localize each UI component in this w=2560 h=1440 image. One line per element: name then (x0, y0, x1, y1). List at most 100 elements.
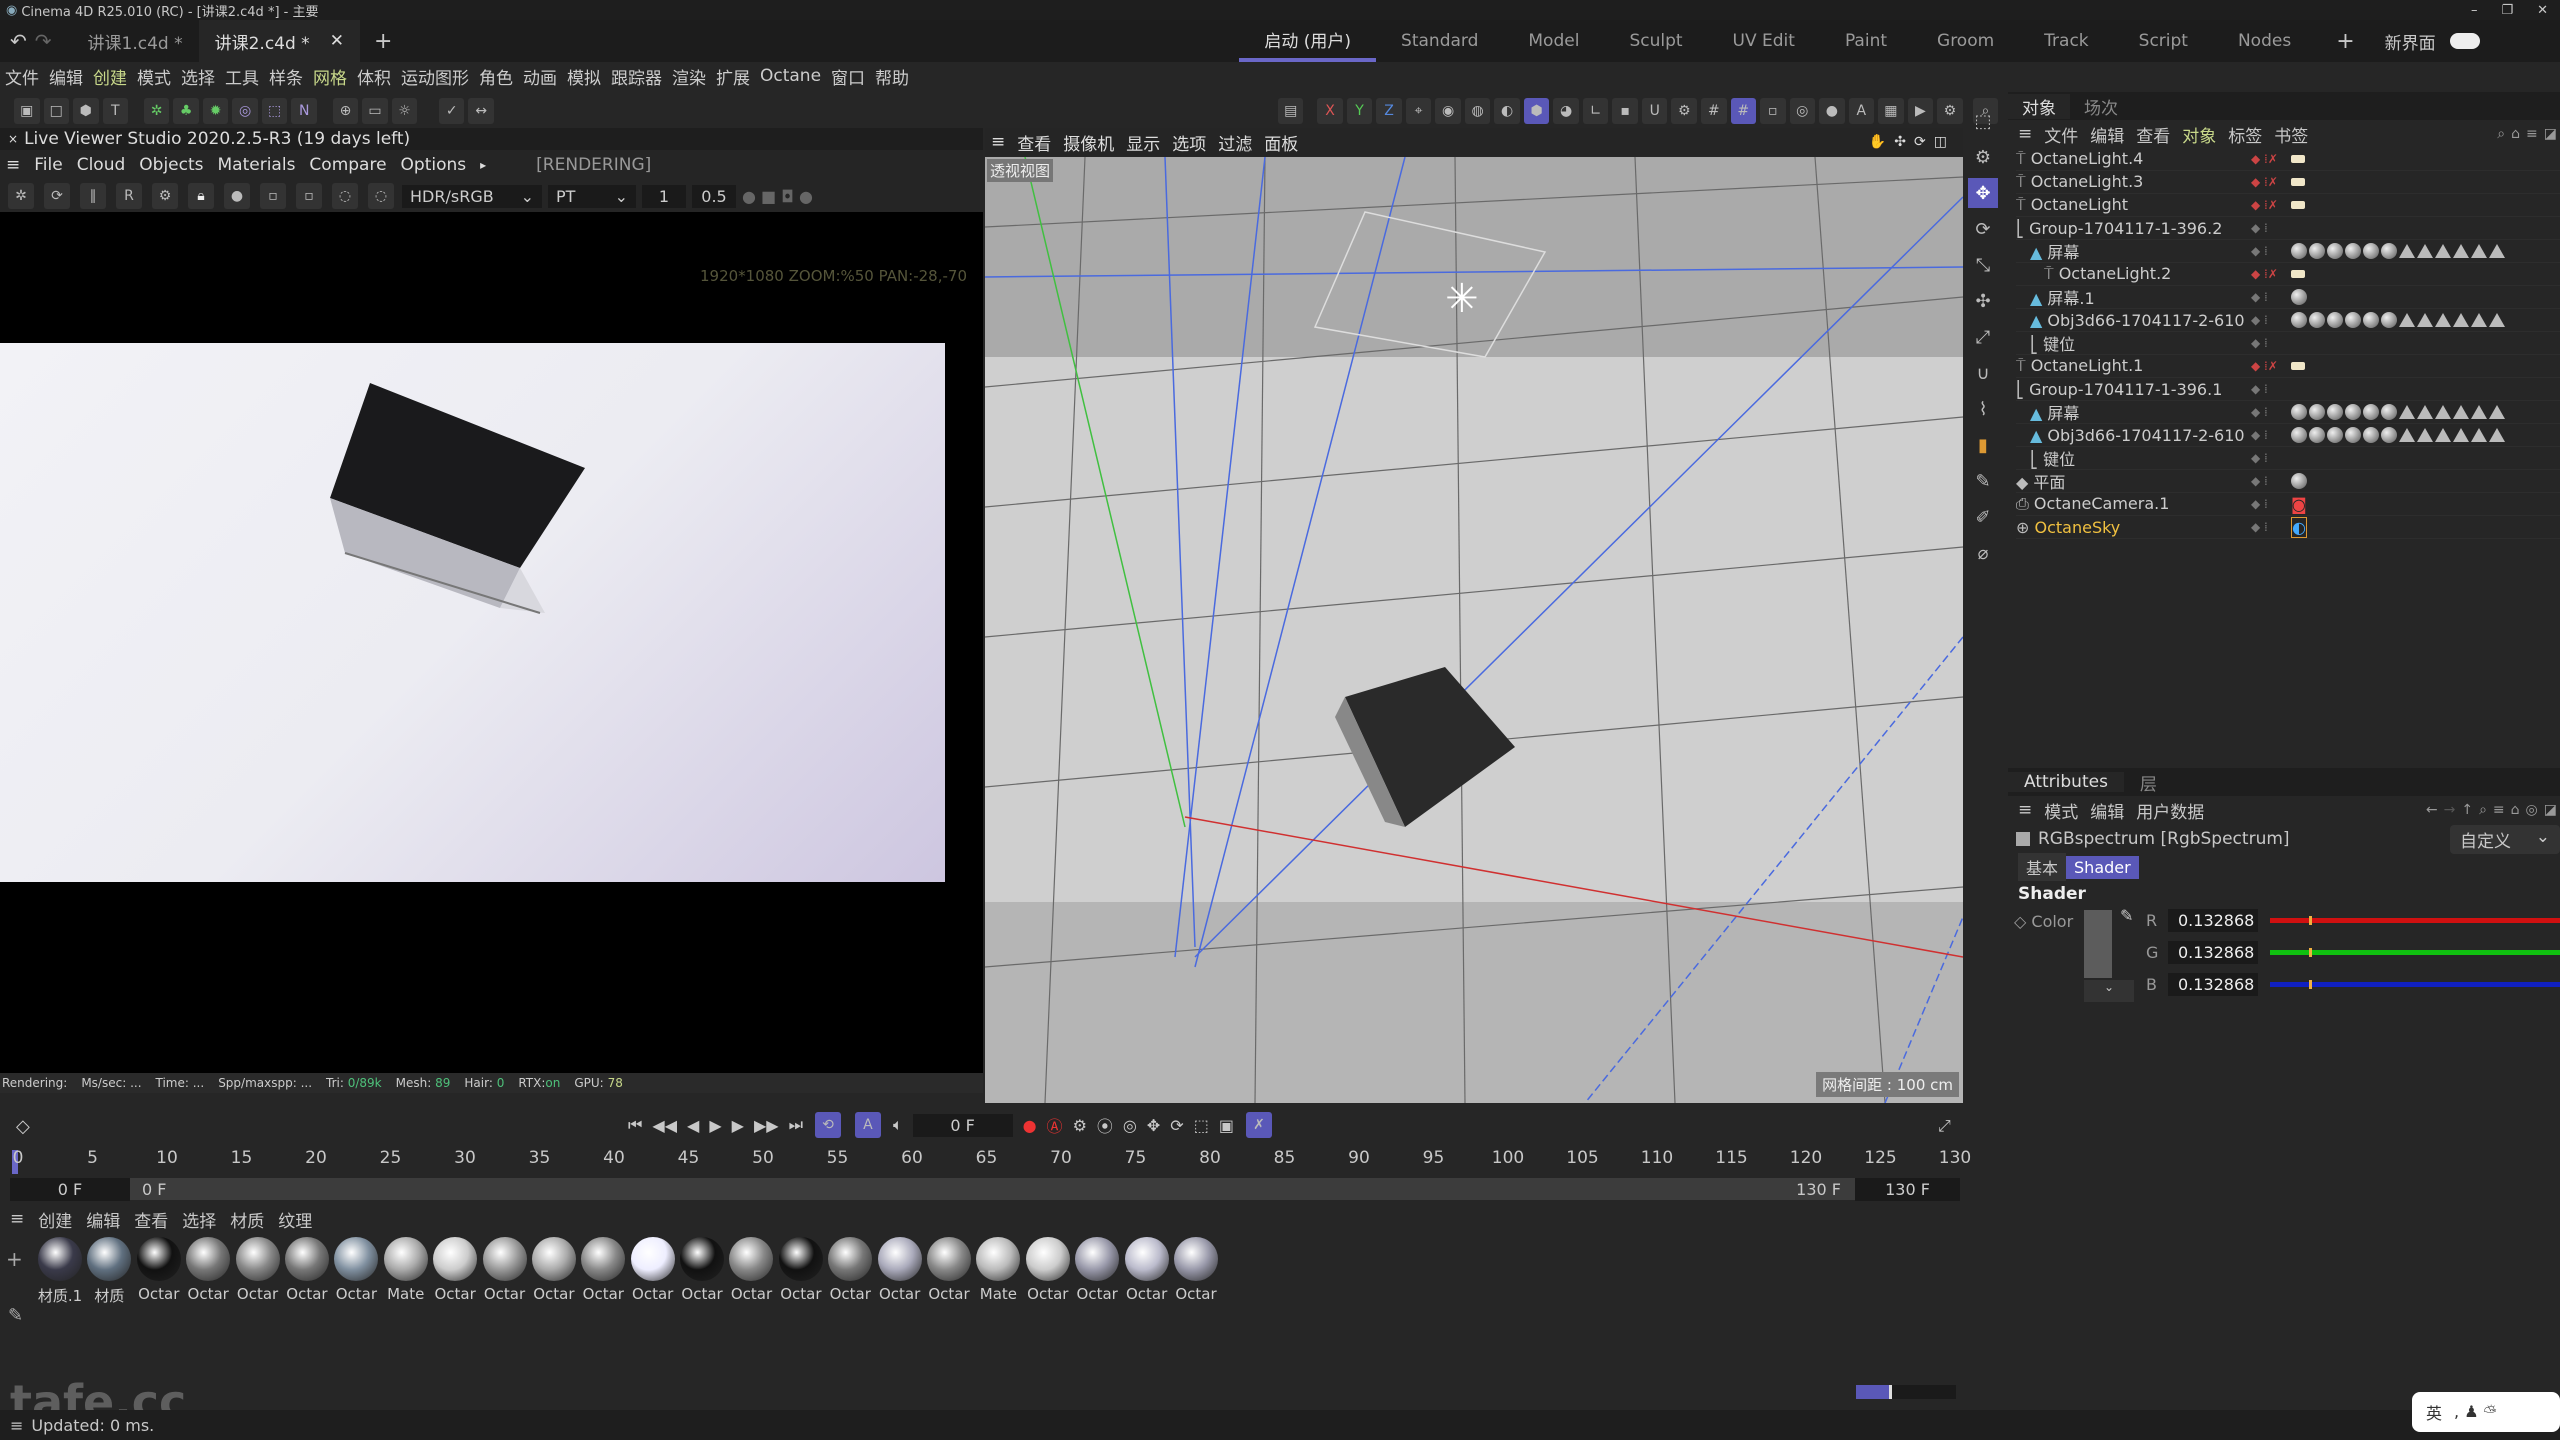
selection-tag-icon[interactable] (2417, 428, 2433, 442)
next-key-icon[interactable]: ▶▶ (754, 1116, 779, 1135)
timeline-mode-icon[interactable]: A (854, 1112, 881, 1138)
selection-tag-icon[interactable] (2435, 405, 2451, 419)
go-to-start-icon[interactable]: ⏮ (628, 1115, 642, 1135)
menu-item[interactable]: 渲染 (672, 64, 706, 89)
layout-tab-model[interactable]: Model (1503, 20, 1604, 62)
back-icon[interactable]: ← (2426, 802, 2438, 818)
edges-mode-icon[interactable]: ◍ (1464, 98, 1491, 124)
om-menu-edit[interactable]: 编辑 (2090, 122, 2124, 147)
visibility-flags[interactable]: ◆ ⁞✗ (2251, 198, 2291, 212)
selection-tag-icon[interactable] (2489, 405, 2505, 419)
material-tag-icon[interactable] (2363, 404, 2379, 420)
om-menu-view[interactable]: 查看 (2136, 122, 2170, 147)
graph-editor-icon[interactable]: ⤢ (1938, 1116, 1951, 1136)
material-tag-icon[interactable] (2309, 427, 2325, 443)
object-row[interactable]: ⊕ OctaneSky ◆ ⁞ ◐ (2016, 516, 2560, 539)
material-item[interactable]: Octar (332, 1237, 380, 1303)
mat-menu-view[interactable]: 查看 (134, 1207, 168, 1232)
attr-menu-userdata[interactable]: 用户数据 (2136, 798, 2204, 823)
rotate-view-icon[interactable]: ⟳ (1914, 134, 1926, 150)
visibility-flags[interactable]: ◆ ⁞ (2251, 221, 2291, 235)
visibility-flags[interactable]: ◆ ⁞✗ (2251, 175, 2291, 189)
object-row[interactable]: ⎣ 键位 ◆ ⁞ (2016, 447, 2560, 470)
lock-icon[interactable]: ⌂ (2511, 802, 2520, 818)
menu-item[interactable]: 工具 (225, 64, 259, 89)
material-item[interactable]: Octar (579, 1237, 627, 1303)
material-tag-icon[interactable] (2327, 243, 2343, 259)
vp-menu-camera[interactable]: 摄像机 (1063, 130, 1114, 155)
visibility-flags[interactable]: ◆ ⁞✗ (2251, 152, 2291, 166)
value2-field[interactable]: 0.5 (692, 184, 736, 208)
add-tab-button[interactable]: + (374, 29, 392, 54)
pause-icon[interactable]: ∥ (80, 183, 106, 209)
octane-icon[interactable]: ● (1819, 98, 1845, 124)
menu-item[interactable]: 扩展 (716, 64, 750, 89)
refresh-icon[interactable]: ⟳ (44, 183, 70, 209)
material-tag-icon[interactable] (2327, 312, 2343, 328)
sky-tag-icon[interactable]: ◐ (2291, 516, 2307, 538)
menu-item[interactable]: 模式 (137, 64, 171, 89)
key-icon[interactable]: ⦿ (1097, 1113, 1113, 1137)
start-frame-field[interactable]: 0 F (10, 1177, 130, 1201)
material-tag-icon[interactable] (2291, 427, 2307, 443)
add-layout-button[interactable]: + (2336, 29, 2354, 54)
3d-viewport[interactable]: ✳ 透视视图 网格间距 : 100 cm (985, 157, 1963, 1103)
pla-key-icon[interactable]: ✗ (1245, 1112, 1272, 1138)
lock-icon[interactable]: ▫ (1760, 98, 1786, 124)
sound-icon[interactable]: 🔈︎ (893, 1115, 903, 1135)
next-frame-icon[interactable]: ▶ (732, 1116, 744, 1135)
doc-tab-2[interactable]: 讲课2.c4d * ✕ (198, 20, 360, 62)
pick-icon[interactable]: ◌ (332, 183, 358, 209)
pos-key-icon[interactable]: ✥ (1147, 1116, 1160, 1135)
material-item[interactable]: Octar (234, 1237, 282, 1303)
points-mode-icon[interactable]: ◉ (1435, 98, 1461, 124)
pan-icon[interactable]: ✋ (1869, 134, 1886, 150)
snap-icon[interactable]: U (1641, 98, 1668, 124)
snap-settings-icon[interactable]: ⚙ (1671, 98, 1697, 124)
text-icon[interactable]: T (102, 98, 129, 124)
selection-tag-icon[interactable] (2435, 313, 2451, 327)
material-item[interactable]: Octar (925, 1237, 973, 1303)
camera-tag-icon[interactable]: ◙ (2291, 495, 2307, 514)
material-tag-icon[interactable] (2309, 312, 2325, 328)
material-tag-icon[interactable] (2381, 243, 2397, 259)
export-icon[interactable]: ▫ (296, 183, 322, 209)
workplane-icon[interactable]: ▪ (1612, 98, 1638, 124)
hamburger-icon[interactable]: ≡ (2018, 124, 2032, 144)
hamburger-icon[interactable]: ≡ (6, 155, 20, 175)
object-row[interactable]: ⍑ OctaneLight.1 ◆ ⁞✗ (2016, 355, 2560, 378)
prev-frame-icon[interactable]: ◀ (687, 1116, 699, 1135)
cloner-icon[interactable]: ♣ (173, 98, 199, 124)
close-window-button[interactable]: ✕ (2537, 3, 2548, 18)
selection-tag-icon[interactable] (2417, 244, 2433, 258)
tool-settings-icon[interactable]: ⚙ (1968, 142, 1998, 172)
material-tag-icon[interactable] (2327, 404, 2343, 420)
doc-tab-1[interactable]: 讲课1.c4d * (72, 20, 199, 62)
selection-tag-icon[interactable] (2417, 313, 2433, 327)
visibility-flags[interactable]: ◆ ⁞ (2251, 428, 2291, 442)
material-item[interactable]: Octar (876, 1237, 924, 1303)
material-tag-icon[interactable] (2291, 404, 2307, 420)
object-row[interactable]: ⎣ Group-1704117-1-396.2 ◆ ⁞ (2016, 217, 2560, 240)
object-tags[interactable] (2291, 404, 2505, 420)
material-item[interactable]: 材质.1 (36, 1237, 84, 1306)
mat-menu-create[interactable]: 创建 (38, 1207, 72, 1232)
selection-tag-icon[interactable] (2399, 244, 2415, 258)
current-frame-field[interactable]: 0 F (912, 1113, 1013, 1137)
maximize-button[interactable]: ❐ (2501, 3, 2513, 18)
menu-item[interactable]: Octane (760, 66, 821, 86)
polygons-mode-icon[interactable]: ◐ (1494, 98, 1520, 124)
light-tag-icon[interactable] (2291, 362, 2305, 370)
texture-mode-icon[interactable]: ◕ (1553, 98, 1579, 124)
object-row[interactable]: ▲ Obj3d66-1704117-2-610 ◆ ⁞ (2016, 424, 2560, 447)
key-settings-icon[interactable]: ⚙ (1073, 1116, 1087, 1135)
quantize-icon[interactable]: # (1730, 98, 1757, 124)
hamburger-icon[interactable]: ≡ (10, 1209, 24, 1229)
visibility-flags[interactable]: ◆ ⁞ (2251, 313, 2291, 327)
material-tag-icon[interactable] (2291, 312, 2307, 328)
sculpt-tool-icon[interactable]: ✎ (1968, 466, 1998, 496)
lv-menu-options[interactable]: Options (401, 155, 467, 175)
material-item[interactable]: Octar (184, 1237, 232, 1303)
om-menu-bookmarks[interactable]: 书签 (2274, 122, 2308, 147)
hamburger-icon[interactable]: ≡ (10, 1416, 23, 1435)
